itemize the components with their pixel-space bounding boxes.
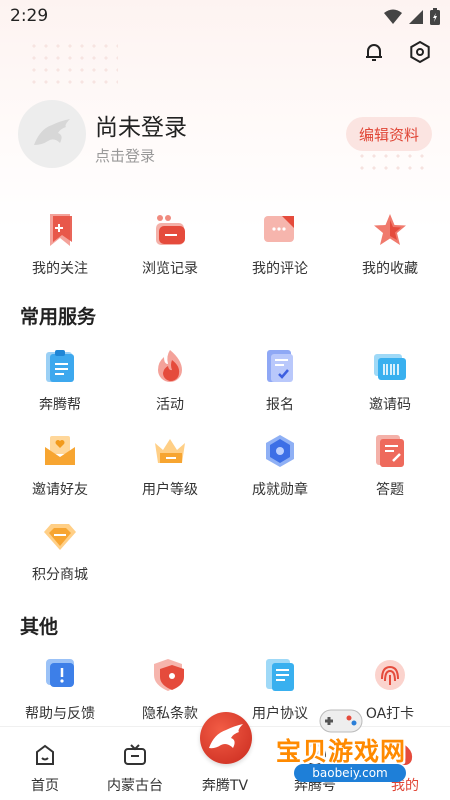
service-item[interactable]: 奔腾帮 xyxy=(5,348,115,428)
tv-icon xyxy=(123,743,147,767)
bookmark-icon xyxy=(42,212,78,248)
comment-icon xyxy=(262,212,298,248)
quick-action-label: 我的关注 xyxy=(32,261,88,277)
quick-action-comments[interactable]: 我的评论 xyxy=(225,212,335,292)
quiz-icon xyxy=(372,433,408,469)
home-icon xyxy=(33,743,57,767)
watermark-text: 宝贝游戏网 xyxy=(276,737,407,766)
crown-icon xyxy=(152,433,188,469)
service-item[interactable]: 邀请码 xyxy=(335,348,445,428)
flame-icon xyxy=(152,348,188,384)
signal-icon xyxy=(409,9,423,24)
diamond-icon xyxy=(42,518,78,554)
horse-logo-icon[interactable] xyxy=(200,712,252,764)
nav-label: 内蒙古台 xyxy=(107,778,163,794)
nav-label: 奔腾TV xyxy=(201,778,249,794)
service-item[interactable]: 活动 xyxy=(115,348,225,428)
battery-icon xyxy=(430,8,440,25)
quick-action-follow[interactable]: 我的关注 xyxy=(5,212,115,292)
nav-label: 首页 xyxy=(31,778,59,794)
service-label: 奔腾帮 xyxy=(39,397,81,413)
status-time: 2:29 xyxy=(10,6,49,26)
login-prompt[interactable]: 点击登录 xyxy=(95,145,155,166)
profile-name[interactable]: 尚未登录 xyxy=(95,108,187,142)
quick-action-label: 我的收藏 xyxy=(362,261,418,277)
quick-action-label: 浏览记录 xyxy=(142,261,198,277)
service-item[interactable]: 邀请好友 xyxy=(5,433,115,513)
service-label: 成就勋章 xyxy=(252,482,308,498)
service-item[interactable]: 积分商城 xyxy=(5,518,115,598)
star-icon xyxy=(372,212,408,248)
section-title-common-services: 常用服务 xyxy=(20,306,97,328)
quick-action-history[interactable]: 浏览记录 xyxy=(115,212,225,292)
envelope-heart-icon xyxy=(42,433,78,469)
nav-home[interactable]: 首页 xyxy=(0,727,90,800)
quick-action-favorites[interactable]: 我的收藏 xyxy=(335,212,445,292)
service-label: 积分商城 xyxy=(32,567,88,583)
quick-action-label: 我的评论 xyxy=(252,261,308,277)
service-item[interactable]: 报名 xyxy=(225,348,335,428)
horse-placeholder-icon xyxy=(34,119,70,145)
status-bar: 2:29 xyxy=(0,0,450,32)
bell-icon[interactable] xyxy=(362,40,386,64)
other-item[interactable]: 帮助与反馈 xyxy=(5,657,115,723)
section-title-others: 其他 xyxy=(20,616,59,638)
service-label: 答题 xyxy=(376,482,404,498)
edit-profile-button[interactable]: 编辑资料 xyxy=(346,117,432,151)
history-icon xyxy=(152,212,188,248)
nav-inner-mongolia-tv[interactable]: 内蒙古台 xyxy=(90,727,180,800)
header-actions xyxy=(362,40,432,64)
shield-icon xyxy=(152,657,188,693)
barcode-icon xyxy=(372,348,408,384)
watermark: 宝贝游戏网 baobeiy.com xyxy=(270,700,445,795)
avatar[interactable] xyxy=(18,100,86,168)
other-label: 帮助与反馈 xyxy=(25,706,95,722)
service-label: 活动 xyxy=(156,397,184,413)
service-label: 报名 xyxy=(266,397,294,413)
decor-dots xyxy=(28,40,118,90)
watermark-url: baobeiy.com xyxy=(294,764,406,782)
gamepad-icon xyxy=(319,709,363,733)
fingerprint-icon xyxy=(372,657,408,693)
decor-dots xyxy=(356,150,426,170)
document-icon xyxy=(262,657,298,693)
signup-form-icon xyxy=(262,348,298,384)
feedback-icon xyxy=(42,657,78,693)
service-item[interactable]: 成就勋章 xyxy=(225,433,335,513)
wifi-icon xyxy=(384,9,402,24)
status-icons xyxy=(384,8,440,25)
service-label: 用户等级 xyxy=(142,482,198,498)
other-item[interactable]: 隐私条款 xyxy=(115,657,225,723)
service-label: 邀请码 xyxy=(369,397,411,413)
settings-icon[interactable] xyxy=(408,40,432,64)
clipboard-icon xyxy=(42,348,78,384)
service-item[interactable]: 答题 xyxy=(335,433,445,513)
service-item[interactable]: 用户等级 xyxy=(115,433,225,513)
service-label: 邀请好友 xyxy=(32,482,88,498)
medal-icon xyxy=(262,433,298,469)
